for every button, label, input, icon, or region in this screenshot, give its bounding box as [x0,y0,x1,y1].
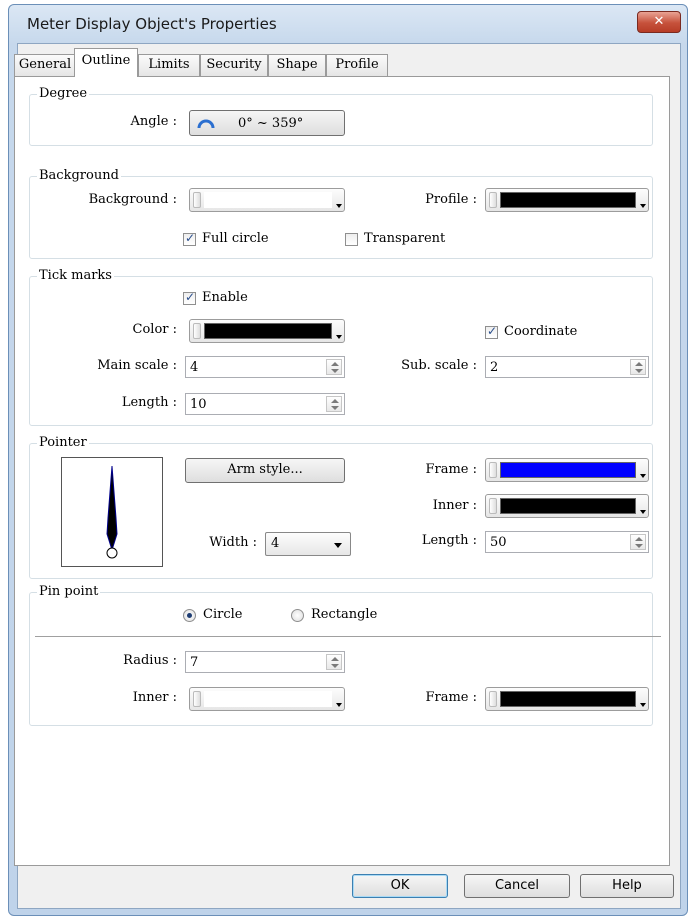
coordinate-checkbox[interactable] [485,324,498,339]
enable-ticks-label: Enable [202,290,248,305]
chevron-down-icon [336,703,342,707]
angle-button[interactable]: 0° ~ 359° [189,110,345,136]
pin-point-divider [35,636,661,637]
pointer-frame-color-picker[interactable] [485,458,649,482]
tick-length-label: Length : [121,395,177,410]
pointer-width-label: Width : [209,535,257,550]
profile-color-swatch [500,192,636,208]
pin-frame-label: Frame : [425,690,477,705]
sub-scale-label: Sub. scale : [401,358,477,373]
transparent-checkbox[interactable] [345,233,358,246]
tick-length-value: 10 [190,397,207,412]
angle-range-text: 0° ~ 359° [238,116,304,131]
pointer-preview [61,457,163,567]
close-button[interactable]: ✕ [637,11,681,33]
rectangle-radio[interactable] [291,609,304,622]
chevron-down-icon [640,204,646,208]
pointer-group-title: Pointer [37,435,89,450]
main-scale-value: 4 [190,360,199,375]
ok-button[interactable]: OK [352,874,448,898]
angle-label: Angle : [130,114,177,129]
pin-inner-label: Inner : [132,690,177,705]
title-bar[interactable]: Meter Display Object's Properties ✕ [9,5,687,43]
pin-frame-color-picker[interactable] [485,687,649,711]
tick-length-input[interactable]: 10 [185,393,345,415]
pin-radius-spin-buttons[interactable] [326,654,342,670]
help-button[interactable]: Help [580,874,674,898]
transparent-label: Transparent [364,231,446,246]
background-color-swatch [204,192,332,208]
chevron-down-icon [334,543,342,548]
circle-radio-label: Circle [203,607,243,622]
pointer-frame-label: Frame : [425,462,477,477]
chevron-down-icon [640,474,646,478]
pointer-inner-color-swatch [500,498,636,514]
pin-radius-value: 7 [190,655,199,670]
tab-outline[interactable]: Outline [74,48,138,77]
pin-point-group-title: Pin point [37,584,101,599]
chevron-down-icon [336,204,342,208]
profile-color-picker[interactable] [485,188,649,212]
tab-shape[interactable]: Shape [268,54,326,76]
pointer-length-label: Length : [421,533,477,548]
pointer-width-dropdown[interactable]: 4 [265,532,351,556]
degree-group-title: Degree [37,86,90,101]
tab-general[interactable]: General [14,54,76,76]
tick-color-label: Color : [132,322,177,337]
arm-style-button[interactable]: Arm style... [185,458,345,483]
sub-scale-value: 2 [490,360,499,375]
tick-marks-group-title: Tick marks [37,268,114,283]
coordinate-label: Coordinate [504,324,578,339]
pointer-inner-label: Inner : [432,498,477,513]
picker-handle [489,691,497,707]
picker-handle [489,498,497,514]
main-scale-input[interactable]: 4 [185,356,345,378]
pointer-preview-graphic [106,465,118,559]
tick-color-swatch [204,323,332,339]
main-scale-label: Main scale : [97,358,177,373]
picker-handle [193,691,201,707]
tab-limits[interactable]: Limits [138,54,200,76]
picker-handle [193,192,201,208]
pointer-inner-color-picker[interactable] [485,494,649,518]
angle-arc-icon [197,119,215,129]
pointer-width-value: 4 [271,536,280,551]
pointer-length-value: 50 [490,535,507,550]
pin-radius-input[interactable]: 7 [185,651,345,673]
cancel-button[interactable]: Cancel [464,874,570,898]
pointer-length-input[interactable]: 50 [485,531,649,553]
sub-scale-spin-buttons[interactable] [630,359,646,375]
outline-tab-panel: Degree Angle : 0° ~ 359° Background Back… [14,76,670,866]
dialog-title: Meter Display Object's Properties [27,15,277,33]
main-scale-spin-buttons[interactable] [326,359,342,375]
chevron-down-icon [640,510,646,514]
background-group-title: Background [37,168,121,183]
rectangle-radio-label: Rectangle [311,607,378,622]
pin-radius-label: Radius : [123,653,177,668]
picker-handle [193,323,201,339]
profile-color-label: Profile : [425,192,477,207]
full-circle-checkbox[interactable] [183,231,196,246]
background-color-label: Background : [88,192,177,207]
pin-inner-color-picker[interactable] [189,687,345,711]
pointer-frame-color-swatch [500,462,636,478]
enable-ticks-checkbox[interactable] [183,290,196,305]
pin-inner-color-swatch [204,691,332,707]
tab-security[interactable]: Security [200,54,268,76]
tab-profile[interactable]: Profile [326,54,388,76]
chevron-down-icon [336,335,342,339]
tick-color-picker[interactable] [189,319,345,343]
tick-length-spin-buttons[interactable] [326,396,342,412]
picker-handle [489,192,497,208]
sub-scale-input[interactable]: 2 [485,356,649,378]
chevron-down-icon [640,703,646,707]
full-circle-label: Full circle [202,231,269,246]
background-color-picker[interactable] [189,188,345,212]
circle-radio[interactable] [183,609,196,622]
pointer-length-spin-buttons[interactable] [630,534,646,550]
pin-frame-color-swatch [500,691,636,707]
picker-handle [489,462,497,478]
